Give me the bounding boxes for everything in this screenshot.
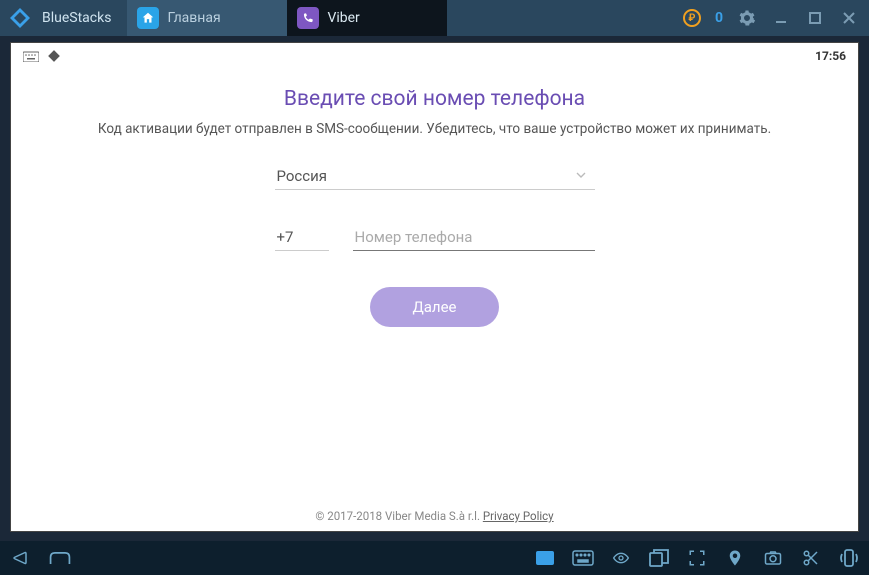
coin-icon[interactable]: ₽: [683, 9, 701, 27]
keyboard-toggle-icon[interactable]: [533, 546, 557, 570]
scissors-icon[interactable]: [799, 546, 823, 570]
home-icon: [137, 7, 159, 29]
tab-label: Viber: [327, 10, 359, 26]
shake-icon[interactable]: [837, 546, 861, 570]
minimize-button[interactable]: [771, 8, 791, 28]
camera-icon[interactable]: [761, 546, 785, 570]
phone-number-input[interactable]: [353, 224, 595, 251]
fullscreen-icon[interactable]: [685, 546, 709, 570]
phone-row: +7: [275, 224, 595, 251]
coin-count: 0: [715, 10, 723, 26]
android-navbar: [0, 541, 869, 575]
page-title: Введите свой номер телефона: [51, 87, 818, 111]
viber-icon: [297, 7, 319, 29]
copyright-text: © 2017-2018 Viber Media S.à r.l.: [315, 509, 482, 523]
multiwindow-icon[interactable]: [647, 546, 671, 570]
bluestacks-logo-icon: [4, 2, 36, 34]
tab-home[interactable]: Главная: [127, 0, 287, 36]
settings-icon[interactable]: [737, 8, 757, 28]
tab-label: Главная: [167, 10, 220, 26]
eye-icon[interactable]: [609, 546, 633, 570]
country-selector[interactable]: Россия: [275, 163, 595, 190]
privacy-policy-link[interactable]: Privacy Policy: [483, 509, 554, 523]
app-viewport: 17:56 Введите свой номер телефона Код ак…: [10, 42, 859, 532]
footer: © 2017-2018 Viber Media S.à r.l. Privacy…: [11, 509, 858, 523]
home-nav-icon[interactable]: [48, 546, 72, 570]
back-icon[interactable]: [8, 546, 32, 570]
next-button[interactable]: Далее: [370, 287, 498, 327]
android-statusbar: 17:56: [11, 43, 858, 69]
tab-strip: Главная Viber: [127, 0, 447, 36]
titlebar-controls: ₽ 0: [683, 8, 869, 28]
close-button[interactable]: [839, 8, 859, 28]
keyboard-icon[interactable]: [571, 546, 595, 570]
tab-viber[interactable]: Viber: [287, 0, 447, 36]
chevron-down-icon: [573, 167, 589, 183]
maximize-button[interactable]: [805, 8, 825, 28]
status-time: 17:56: [815, 49, 846, 63]
viber-setup-screen: Введите свой номер телефона Код активаци…: [11, 69, 858, 327]
country-value: Россия: [275, 163, 595, 190]
location-icon[interactable]: [723, 546, 747, 570]
country-code-input[interactable]: +7: [275, 224, 329, 251]
bluestacks-small-icon: [47, 49, 61, 63]
app-name: BlueStacks: [42, 10, 111, 26]
titlebar: BlueStacks Главная Viber ₽ 0: [0, 0, 869, 36]
page-subtitle: Код активации будет отправлен в SMS-сооб…: [51, 121, 818, 137]
keyboard-indicator-icon: [23, 50, 39, 62]
